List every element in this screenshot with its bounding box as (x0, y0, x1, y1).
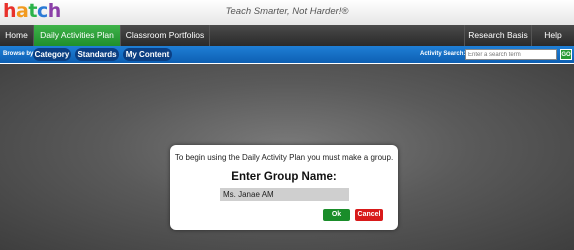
nav-research-basis[interactable]: Research Basis (464, 25, 532, 46)
group-name-input[interactable] (220, 188, 349, 201)
browse-my-content-button[interactable]: My Content (123, 48, 172, 61)
nav-daily-activities-plan[interactable]: Daily Activities Plan (34, 25, 121, 46)
dialog-title: Enter Group Name: (231, 171, 337, 183)
create-group-dialog: To begin using the Daily Activity Plan y… (170, 145, 398, 230)
ok-button[interactable]: Ok (323, 209, 350, 221)
nav-classroom-portfolios[interactable]: Classroom Portfolios (121, 25, 210, 46)
nav-help[interactable]: Help (532, 25, 574, 46)
top-header: hatch Teach Smarter, Not Harder!® (0, 0, 574, 25)
browse-bar: Browse by: Category Standards My Content… (0, 46, 574, 63)
main-nav: Home Daily Activities Plan Classroom Por… (0, 25, 574, 47)
search-go-button[interactable]: GO (560, 49, 572, 60)
dialog-message: To begin using the Daily Activity Plan y… (174, 153, 394, 162)
tagline: Teach Smarter, Not Harder!® (225, 6, 349, 17)
browse-by-label: Browse by: (3, 51, 36, 57)
activity-search-label: Activity Search: (420, 51, 466, 57)
nav-home[interactable]: Home (0, 25, 34, 46)
cancel-button[interactable]: Cancel (355, 209, 383, 221)
browse-category-button[interactable]: Category (33, 48, 71, 61)
activity-search-input[interactable] (465, 49, 557, 60)
browse-standards-button[interactable]: Standards (75, 48, 119, 61)
